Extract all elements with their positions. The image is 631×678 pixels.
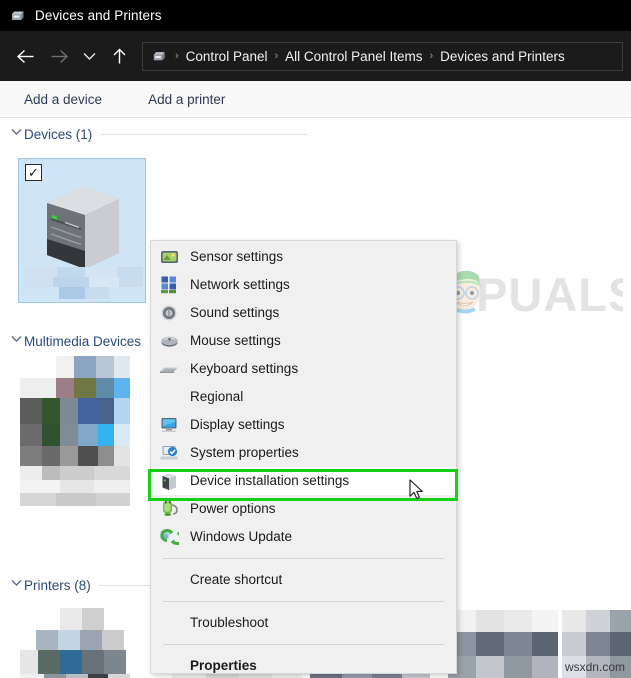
mouse-icon xyxy=(159,331,179,351)
chevron-down-icon[interactable] xyxy=(8,127,24,139)
forward-button[interactable] xyxy=(42,39,76,73)
desktop-tower-icon xyxy=(41,177,125,278)
arrow-up-icon xyxy=(113,48,125,63)
context-menu[interactable]: Sensor settings Network settings Sound s… xyxy=(150,240,457,674)
chevron-down-icon xyxy=(83,53,95,60)
group-header-devices[interactable]: Devices (1) xyxy=(8,124,308,144)
no-icon xyxy=(159,387,179,407)
menu-item-label: Sensor settings xyxy=(190,249,284,265)
breadcrumb-separator: › xyxy=(175,50,179,62)
address-devices-printers-icon xyxy=(151,48,168,65)
group-label-printers: Printers (8) xyxy=(24,577,91,593)
recent-locations-button[interactable] xyxy=(76,39,102,73)
up-button[interactable] xyxy=(102,39,136,73)
monitor-icon xyxy=(159,415,179,435)
network-icon xyxy=(159,275,179,295)
menu-item-label: Sound settings xyxy=(190,305,280,321)
device-tower-icon xyxy=(159,471,179,491)
menu-item-troubleshoot[interactable]: Troubleshoot xyxy=(151,609,456,637)
add-a-printer-button[interactable]: Add a printer xyxy=(136,87,237,112)
device-name-redacted xyxy=(23,267,143,299)
chevron-down-icon[interactable] xyxy=(8,334,24,346)
printers-redacted-left xyxy=(20,608,140,678)
power-plug-icon xyxy=(159,499,179,519)
no-icon xyxy=(159,613,179,633)
back-button[interactable] xyxy=(8,39,42,73)
windows-update-icon xyxy=(159,527,179,547)
menu-separator xyxy=(163,601,444,602)
group-label-devices: Devices (1) xyxy=(24,126,93,142)
sensor-icon xyxy=(159,247,179,267)
breadcrumb-control-panel[interactable]: Control Panel xyxy=(183,49,271,64)
command-bar: Add a device Add a printer xyxy=(0,81,631,118)
menu-item-create-shortcut[interactable]: Create shortcut xyxy=(151,566,456,594)
menu-item-sensor-settings[interactable]: Sensor settings xyxy=(151,243,456,271)
title-bar: Devices and Printers xyxy=(0,0,631,31)
navigation-bar: › Control Panel › All Control Panel Item… xyxy=(0,31,631,81)
menu-separator xyxy=(163,644,444,645)
no-icon xyxy=(159,656,179,676)
menu-item-label: Power options xyxy=(190,501,276,517)
printers-redacted-right-b xyxy=(448,610,558,678)
address-bar[interactable]: › Control Panel › All Control Panel Item… xyxy=(142,41,623,71)
menu-item-label: Network settings xyxy=(190,277,290,293)
menu-item-network-settings[interactable]: Network settings xyxy=(151,271,456,299)
menu-item-windows-update[interactable]: Windows Update xyxy=(151,523,456,551)
add-a-device-button[interactable]: Add a device xyxy=(12,87,114,112)
system-properties-icon xyxy=(159,443,179,463)
menu-item-sound-settings[interactable]: Sound settings xyxy=(151,299,456,327)
no-icon xyxy=(159,570,179,590)
speaker-icon xyxy=(159,303,179,323)
menu-item-display-settings[interactable]: Display settings xyxy=(151,411,456,439)
menu-item-label: Properties xyxy=(190,658,257,674)
menu-item-label: System properties xyxy=(190,445,299,461)
svg-text:PUALS: PUALS xyxy=(476,268,623,321)
group-label-multimedia-devices: Multimedia Devices xyxy=(24,333,142,349)
breadcrumb-separator: › xyxy=(429,50,434,62)
menu-item-system-properties[interactable]: System properties xyxy=(151,439,456,467)
device-tile[interactable]: ✓ xyxy=(18,158,146,303)
keyboard-icon xyxy=(159,359,179,379)
menu-item-regional[interactable]: Regional xyxy=(151,383,456,411)
breadcrumb-all-control-panel-items[interactable]: All Control Panel Items xyxy=(282,49,425,64)
site-watermark: wsxdn.com xyxy=(564,660,625,674)
arrow-right-icon xyxy=(51,49,68,63)
breadcrumb-devices-and-printers[interactable]: Devices and Printers xyxy=(437,49,568,64)
breadcrumb-separator: › xyxy=(274,50,279,62)
arrow-left-icon xyxy=(16,49,33,63)
group-divider xyxy=(100,133,308,135)
multimedia-device-redacted xyxy=(20,356,130,506)
mouse-pointer xyxy=(409,479,426,507)
chevron-down-icon[interactable] xyxy=(8,578,24,590)
menu-item-keyboard-settings[interactable]: Keyboard settings xyxy=(151,355,456,383)
window-title: Devices and Printers xyxy=(35,8,162,23)
menu-item-label: Display settings xyxy=(190,417,285,433)
devices-printers-icon xyxy=(9,7,27,25)
menu-item-label: Windows Update xyxy=(190,529,293,545)
menu-item-label: Mouse settings xyxy=(190,333,281,349)
menu-item-label: Create shortcut xyxy=(190,572,283,588)
devices-and-printers-window: Devices and Printers › Control Panel › A… xyxy=(0,0,631,678)
menu-separator xyxy=(163,558,444,559)
menu-item-label: Device installation settings xyxy=(190,473,350,489)
menu-item-label: Troubleshoot xyxy=(190,615,269,631)
menu-item-mouse-settings[interactable]: Mouse settings xyxy=(151,327,456,355)
menu-item-properties[interactable]: Properties xyxy=(151,652,456,678)
menu-item-label: Regional xyxy=(190,389,244,405)
menu-item-label: Keyboard settings xyxy=(190,361,299,377)
device-tile-checkbox[interactable]: ✓ xyxy=(25,164,42,181)
